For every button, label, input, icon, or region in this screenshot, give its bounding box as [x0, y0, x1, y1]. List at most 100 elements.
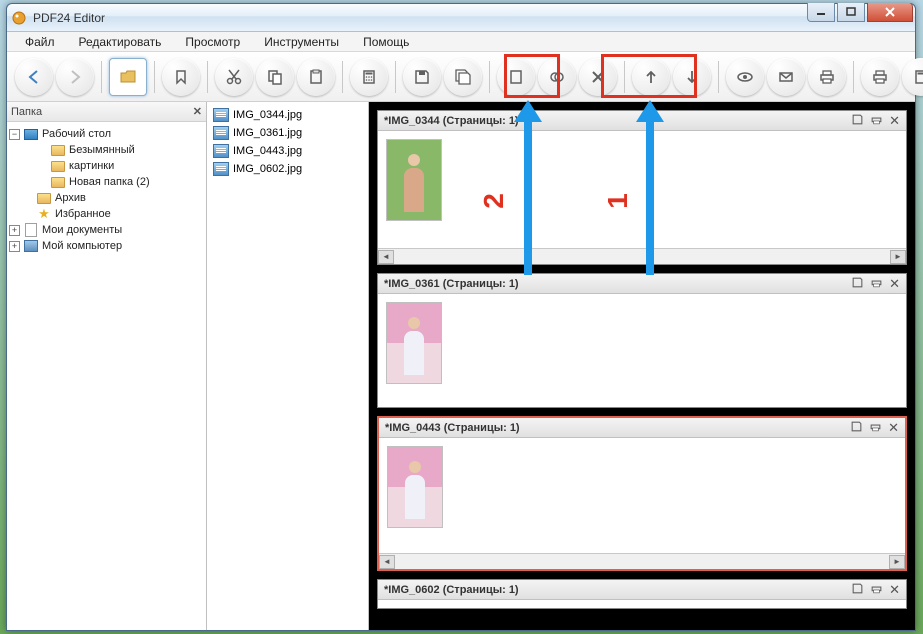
- folder-tree-pane: Папка ✕ −Рабочий стол Безымянный картинк…: [7, 102, 207, 630]
- document-title: *IMG_0443 (Страницы: 1): [385, 422, 520, 434]
- tree-item-newfolder[interactable]: Новая папка (2): [9, 174, 204, 190]
- open-folder-button[interactable]: [109, 58, 147, 96]
- folder-pane-close[interactable]: ✕: [193, 105, 202, 118]
- tree-item-archive[interactable]: Архив: [9, 190, 204, 206]
- tree-item-documents[interactable]: +Мои документы: [9, 222, 204, 238]
- document-scrollbar[interactable]: ◄►: [378, 248, 906, 264]
- doc-save-icon[interactable]: [851, 582, 864, 598]
- doc-save-icon[interactable]: [851, 276, 864, 292]
- back-button[interactable]: [15, 58, 53, 96]
- copy-button[interactable]: [256, 58, 294, 96]
- separator: [718, 61, 719, 93]
- email-button[interactable]: [767, 58, 805, 96]
- document-body: [378, 294, 906, 407]
- document-scrollbar[interactable]: ◄►: [379, 553, 905, 569]
- calc-button[interactable]: [350, 58, 388, 96]
- page-thumbnail[interactable]: [386, 139, 442, 221]
- close-button[interactable]: [867, 3, 913, 22]
- menu-edit[interactable]: Редактировать: [67, 33, 174, 51]
- bookmark-button[interactable]: [162, 58, 200, 96]
- tree-item-computer[interactable]: +Мой компьютер: [9, 238, 204, 254]
- preview-button[interactable]: [726, 58, 764, 96]
- separator: [101, 61, 102, 93]
- document-header: *IMG_0361 (Страницы: 1) ✕: [378, 274, 906, 294]
- tree-item-favorites[interactable]: ★Избранное: [9, 206, 204, 222]
- separator: [853, 61, 854, 93]
- content-area: Папка ✕ −Рабочий стол Безымянный картинк…: [7, 102, 915, 630]
- document-panel[interactable]: *IMG_0443 (Страницы: 1) ✕ ◄►: [377, 416, 907, 571]
- window-controls: [805, 3, 913, 22]
- doc-print-icon[interactable]: [870, 582, 883, 598]
- document-title: *IMG_0344 (Страницы: 1): [384, 115, 519, 127]
- print-button[interactable]: [808, 58, 846, 96]
- image-file-icon: [213, 108, 229, 122]
- tree-item-unnamed[interactable]: Безымянный: [9, 142, 204, 158]
- move-down-button[interactable]: [673, 58, 711, 96]
- doc-close-icon[interactable]: ✕: [889, 582, 900, 598]
- document-header: *IMG_0344 (Страницы: 1) ✕: [378, 111, 906, 131]
- document-body: [378, 131, 906, 248]
- folder-pane-title: Папка: [11, 106, 42, 118]
- document-workspace: *IMG_0344 (Страницы: 1) ✕ ◄► *IMG_0361 (…: [369, 102, 915, 630]
- menubar: Файл Редактировать Просмотр Инструменты …: [7, 32, 915, 52]
- document-body: [379, 438, 905, 553]
- file-item[interactable]: IMG_0344.jpg: [211, 106, 364, 124]
- cut-button[interactable]: [215, 58, 253, 96]
- titlebar: PDF24 Editor: [7, 4, 915, 32]
- file-item[interactable]: IMG_0443.jpg: [211, 142, 364, 160]
- forward-button[interactable]: [56, 58, 94, 96]
- save-all-button[interactable]: [444, 58, 482, 96]
- app-icon: [11, 10, 27, 26]
- doc-save-icon[interactable]: [851, 113, 864, 129]
- document-header: *IMG_0602 (Страницы: 1) ✕: [378, 580, 906, 600]
- toolbar: [7, 52, 915, 102]
- calc2-button[interactable]: [902, 58, 923, 96]
- document-panel[interactable]: *IMG_0361 (Страницы: 1) ✕: [377, 273, 907, 408]
- separator: [624, 61, 625, 93]
- menu-tools[interactable]: Инструменты: [252, 33, 351, 51]
- window-title: PDF24 Editor: [33, 11, 105, 25]
- file-list-pane: IMG_0344.jpg IMG_0361.jpg IMG_0443.jpg I…: [207, 102, 369, 630]
- document-panel[interactable]: *IMG_0344 (Страницы: 1) ✕ ◄►: [377, 110, 907, 265]
- page-thumbnail[interactable]: [386, 302, 442, 384]
- merge-button[interactable]: [538, 58, 576, 96]
- document-header: *IMG_0443 (Страницы: 1) ✕: [379, 418, 905, 438]
- tree-item-desktop[interactable]: −Рабочий стол: [9, 126, 204, 142]
- minimize-button[interactable]: [807, 3, 835, 22]
- app-window: PDF24 Editor Файл Редактировать Просмотр…: [6, 3, 916, 631]
- image-file-icon: [213, 144, 229, 158]
- tree-item-pictures[interactable]: картинки: [9, 158, 204, 174]
- doc-save-icon[interactable]: [850, 420, 863, 436]
- folder-pane-header: Папка ✕: [7, 102, 206, 122]
- move-up-button[interactable]: [632, 58, 670, 96]
- save-button[interactable]: [403, 58, 441, 96]
- new-page-button[interactable]: [497, 58, 535, 96]
- menu-view[interactable]: Просмотр: [173, 33, 252, 51]
- print2-button[interactable]: [861, 58, 899, 96]
- doc-print-icon[interactable]: [870, 113, 883, 129]
- separator: [342, 61, 343, 93]
- doc-close-icon[interactable]: ✕: [889, 113, 900, 129]
- doc-close-icon[interactable]: ✕: [888, 420, 899, 436]
- image-file-icon: [213, 162, 229, 176]
- document-title: *IMG_0361 (Страницы: 1): [384, 278, 519, 290]
- document-panel[interactable]: *IMG_0602 (Страницы: 1) ✕: [377, 579, 907, 609]
- folder-tree: −Рабочий стол Безымянный картинки Новая …: [7, 122, 206, 630]
- page-thumbnail[interactable]: [387, 446, 443, 528]
- doc-print-icon[interactable]: [869, 420, 882, 436]
- file-item[interactable]: IMG_0602.jpg: [211, 160, 364, 178]
- image-file-icon: [213, 126, 229, 140]
- doc-print-icon[interactable]: [870, 276, 883, 292]
- file-item[interactable]: IMG_0361.jpg: [211, 124, 364, 142]
- separator: [207, 61, 208, 93]
- paste-button[interactable]: [297, 58, 335, 96]
- menu-file[interactable]: Файл: [13, 33, 67, 51]
- separator: [489, 61, 490, 93]
- maximize-button[interactable]: [837, 3, 865, 22]
- separator: [154, 61, 155, 93]
- separator: [395, 61, 396, 93]
- menu-help[interactable]: Помощь: [351, 33, 421, 51]
- doc-close-icon[interactable]: ✕: [889, 276, 900, 292]
- document-title: *IMG_0602 (Страницы: 1): [384, 584, 519, 596]
- delete-button[interactable]: [579, 58, 617, 96]
